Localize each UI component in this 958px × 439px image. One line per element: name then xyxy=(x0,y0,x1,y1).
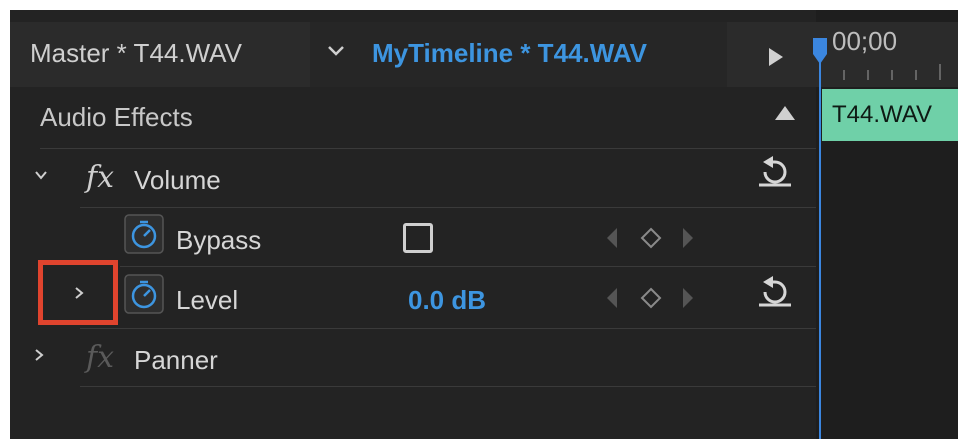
panel-header: Master * T44.WAV MyTimeline * T44.WAV xyxy=(10,22,816,87)
playhead-line[interactable] xyxy=(819,60,821,439)
effect-panner-label: Panner xyxy=(134,345,218,375)
fx-icon[interactable]: fx xyxy=(86,160,114,195)
param-level-label: Level xyxy=(176,285,239,315)
chevron-down-icon[interactable] xyxy=(326,40,346,60)
clip-label: T44.WAV xyxy=(832,101,933,128)
chevron-right-icon[interactable] xyxy=(32,348,46,362)
timecode: 00;00 xyxy=(832,26,898,56)
divider xyxy=(80,328,816,329)
ruler-ticks xyxy=(843,64,941,80)
divider xyxy=(120,266,816,267)
stopwatch-icon[interactable] xyxy=(124,214,164,254)
divider xyxy=(80,386,816,387)
highlight-box xyxy=(38,260,118,325)
reset-icon[interactable] xyxy=(757,154,793,188)
effect-volume-label: Volume xyxy=(134,165,221,195)
keyframe-nav[interactable] xyxy=(595,223,705,253)
section-title: Audio Effects xyxy=(40,102,193,132)
keyframe-nav[interactable] xyxy=(595,283,705,313)
collapse-triangle-icon[interactable] xyxy=(775,106,795,120)
reset-icon[interactable] xyxy=(757,274,793,308)
timeline-clip[interactable]: T44.WAV xyxy=(822,89,958,141)
timeline-clip-name[interactable]: MyTimeline * T44.WAV xyxy=(372,38,647,69)
stopwatch-icon[interactable] xyxy=(124,274,164,314)
param-bypass-label: Bypass xyxy=(176,225,262,255)
play-triangle-icon[interactable] xyxy=(769,48,783,66)
level-value[interactable]: 0.0 dB xyxy=(408,285,486,316)
divider xyxy=(80,207,816,208)
effect-controls-panel: Master * T44.WAV MyTimeline * T44.WAV Au… xyxy=(10,10,816,439)
playhead-icon[interactable] xyxy=(813,38,827,64)
effect-controls-window: Master * T44.WAV MyTimeline * T44.WAV Au… xyxy=(10,10,958,439)
master-clip-tab[interactable]: Master * T44.WAV xyxy=(30,38,242,69)
divider xyxy=(40,148,816,149)
bypass-checkbox[interactable] xyxy=(403,223,433,253)
chevron-down-icon[interactable] xyxy=(34,168,48,182)
fx-icon[interactable]: fx xyxy=(86,340,114,375)
